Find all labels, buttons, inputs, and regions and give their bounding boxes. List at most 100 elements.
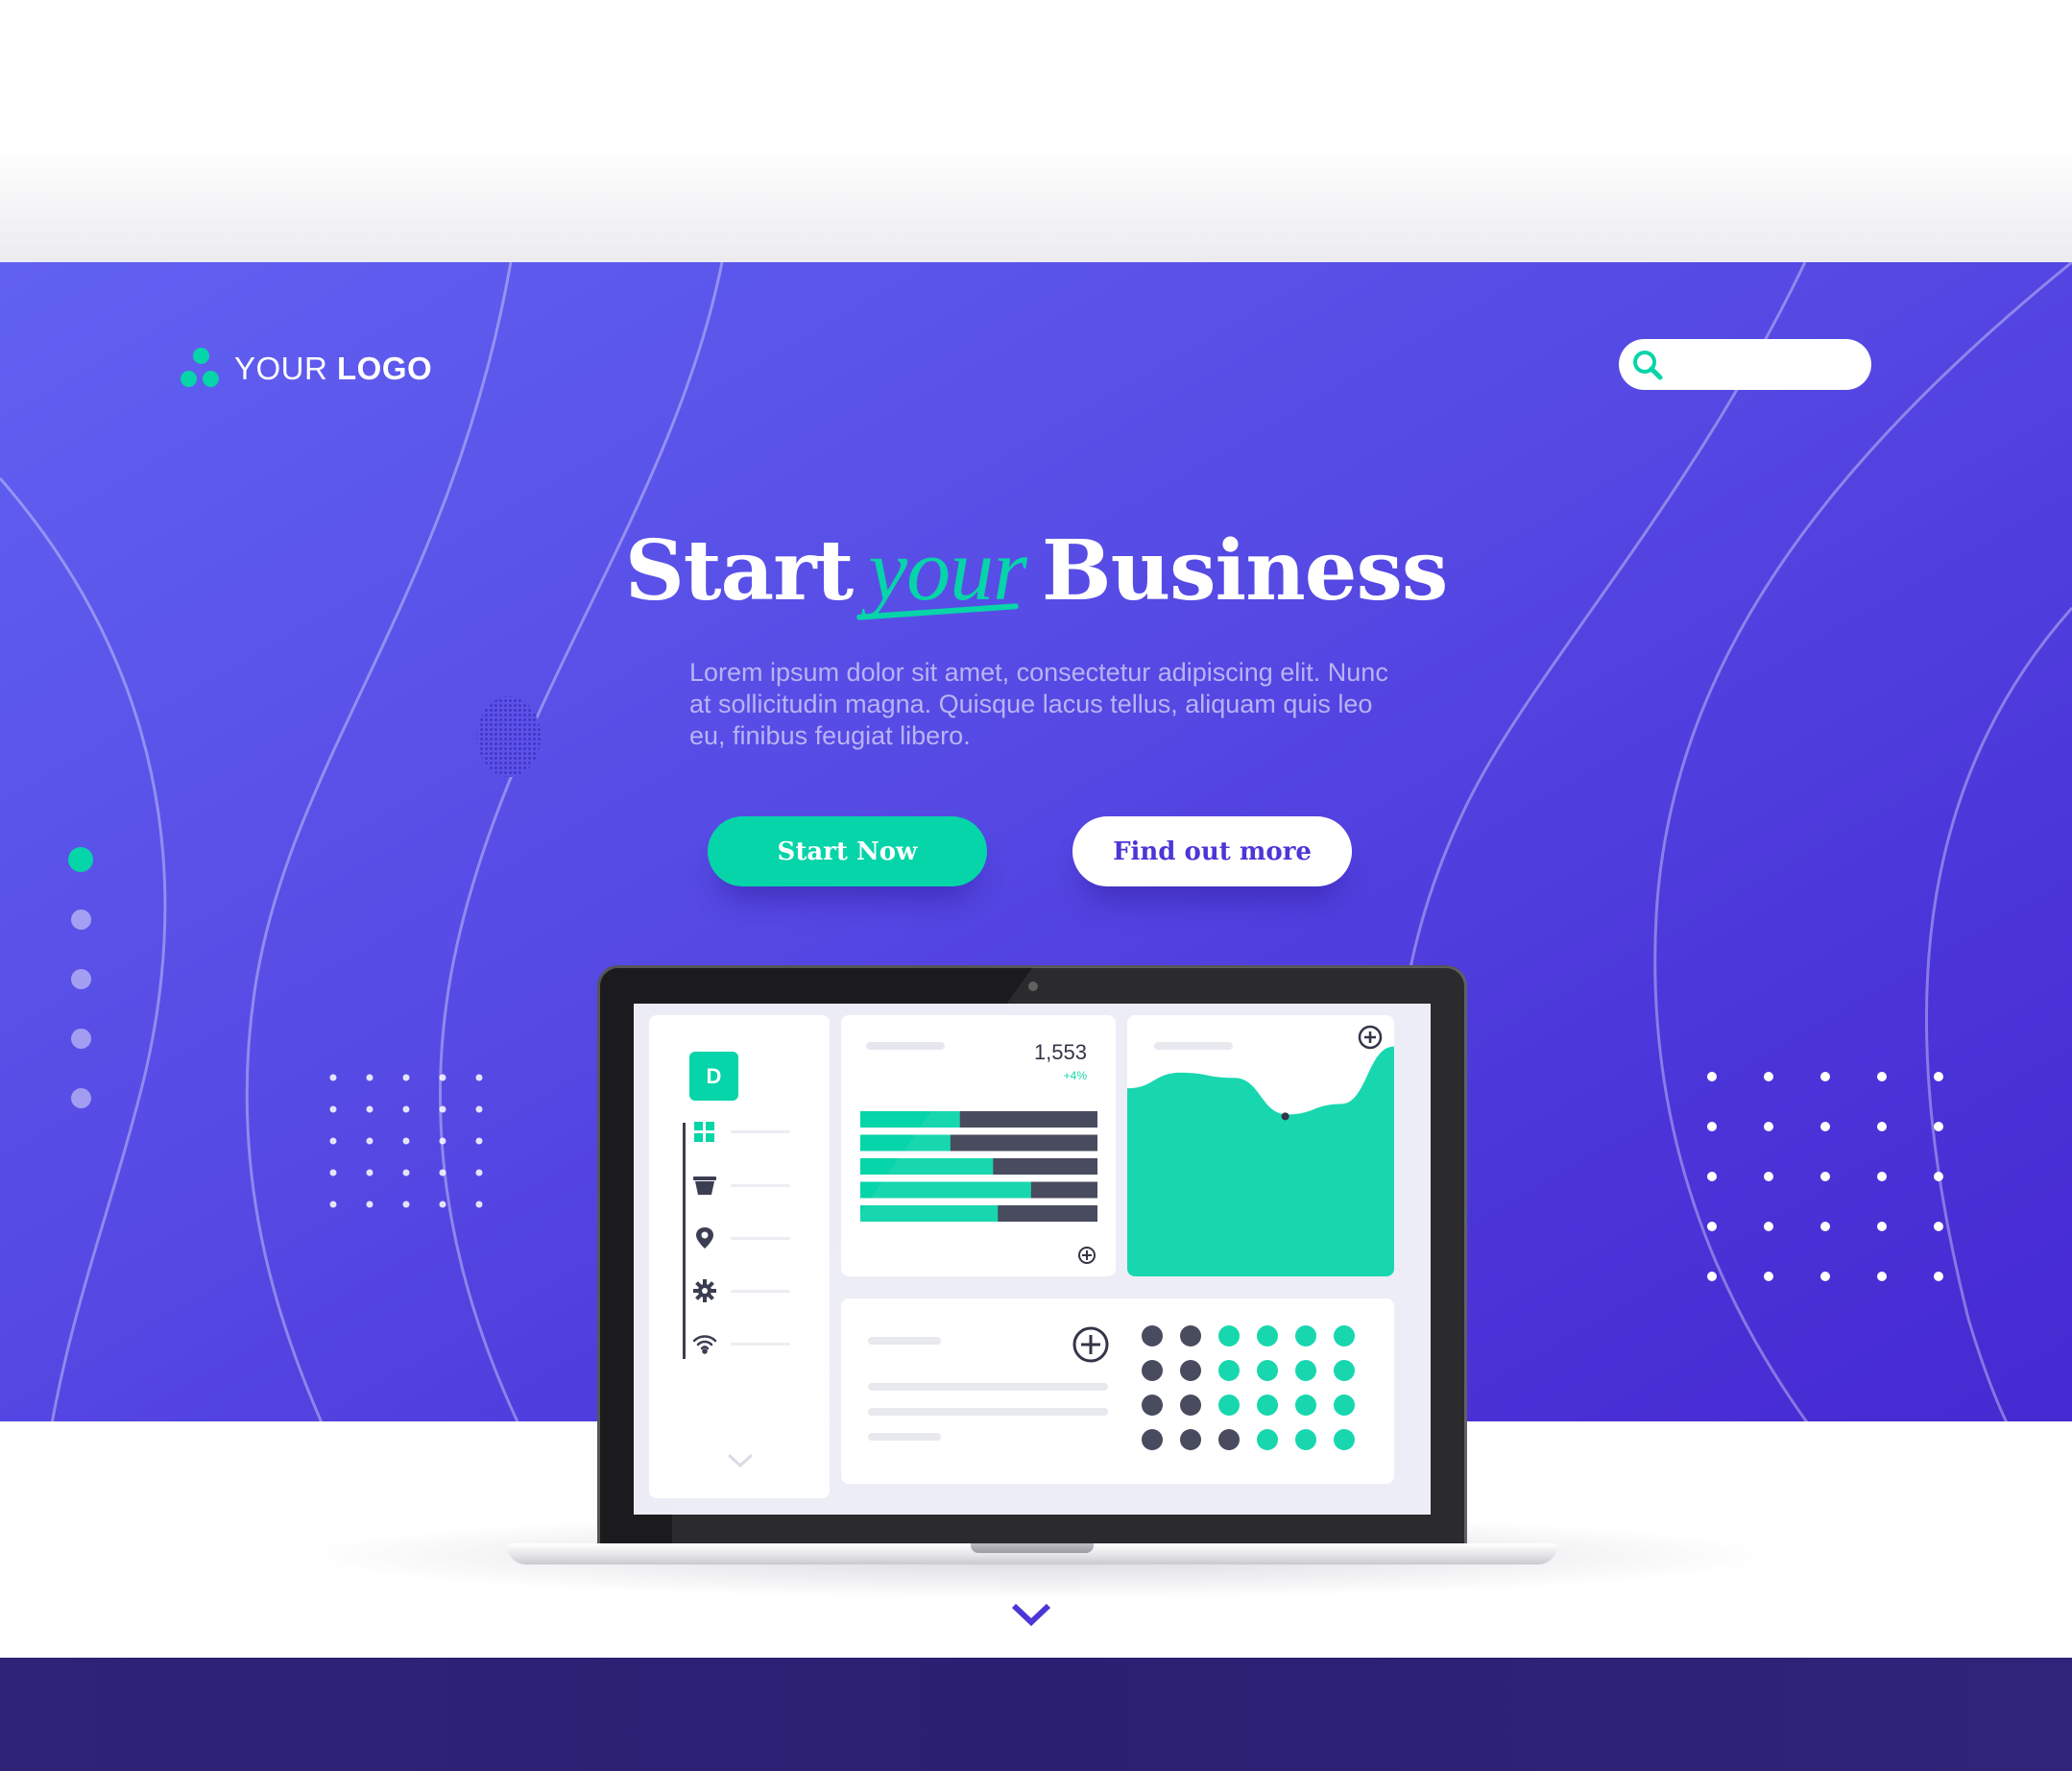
grid-dot-accent: [1334, 1395, 1355, 1416]
sidebar-item-line: [731, 1290, 790, 1293]
progress-fill: [860, 1134, 951, 1152]
search-box[interactable]: [1619, 339, 1871, 390]
decor-dot: [1764, 1222, 1773, 1231]
pager-dot[interactable]: [70, 1028, 91, 1049]
progress-fill: [860, 1181, 1031, 1199]
decor-dot: [1707, 1272, 1717, 1281]
decor-dot: [1820, 1122, 1830, 1131]
grid-dot-dark: [1142, 1325, 1163, 1346]
decorative-blob: [477, 696, 541, 777]
location-pin-icon[interactable]: [691, 1225, 718, 1251]
area-marker[interactable]: [1281, 1112, 1289, 1121]
title-start: Start: [624, 522, 855, 619]
dots-panel: [841, 1298, 1394, 1484]
area-chart-panel: [1127, 1015, 1394, 1276]
progress-fill: [860, 1111, 960, 1128]
dashboard-sidebar: D: [649, 1015, 830, 1498]
grid-dot-accent: [1257, 1360, 1278, 1381]
decor-dot: [1820, 1272, 1830, 1281]
laptop-notch: [971, 1543, 1094, 1553]
decor-dot: [402, 1137, 410, 1145]
decor-dot: [439, 1137, 446, 1145]
progress-fill: [860, 1158, 994, 1175]
decor-dot: [1820, 1222, 1830, 1231]
pager-dot[interactable]: [70, 909, 91, 930]
pager-dot-active[interactable]: [68, 847, 93, 872]
grid-dot-dark: [1180, 1360, 1201, 1381]
search-input[interactable]: [1674, 345, 1857, 384]
decor-dot: [1934, 1172, 1943, 1181]
dot-grid: [1142, 1325, 1355, 1450]
stat-value: 1,553: [1033, 1040, 1087, 1064]
grid-dot-accent: [1218, 1360, 1240, 1381]
decor-dot: [475, 1137, 483, 1145]
grid-dot-accent: [1218, 1325, 1240, 1346]
dashboard-badge[interactable]: D: [689, 1052, 738, 1101]
camera-icon: [1028, 982, 1038, 991]
grid-dot-accent: [1334, 1325, 1355, 1346]
decor-dot: [1764, 1272, 1773, 1281]
pager-dot[interactable]: [70, 1087, 91, 1108]
title-accent: your: [868, 521, 1027, 619]
sidebar-item-line: [731, 1237, 790, 1240]
placeholder-line: [866, 1042, 945, 1050]
bucket-icon[interactable]: [691, 1172, 718, 1199]
decor-dot: [366, 1169, 373, 1177]
decor-dot: [329, 1137, 337, 1145]
grid-dot-accent: [1257, 1429, 1278, 1450]
pager-dot[interactable]: [70, 968, 91, 989]
chevron-down-icon[interactable]: [726, 1452, 755, 1469]
plus-circle-icon[interactable]: [1072, 1325, 1110, 1364]
decor-dot: [439, 1074, 446, 1081]
decor-dot: [1877, 1072, 1887, 1081]
gear-icon[interactable]: [691, 1277, 718, 1304]
area-chart: [1127, 1046, 1394, 1276]
logo[interactable]: YOUR LOGO: [181, 348, 432, 390]
decor-dot: [1877, 1222, 1887, 1231]
grid-dot-accent: [1257, 1395, 1278, 1416]
grid-dot-accent: [1295, 1360, 1316, 1381]
wifi-icon[interactable]: [691, 1330, 718, 1357]
decor-dot: [1820, 1072, 1830, 1081]
grid-dot-accent: [1334, 1360, 1355, 1381]
plus-circle-icon[interactable]: [1077, 1246, 1096, 1265]
sidebar-item-line: [731, 1343, 790, 1346]
find-out-more-button[interactable]: Find out more: [1072, 816, 1352, 886]
grid-dot-accent: [1334, 1429, 1355, 1450]
hero-title: Start your Business: [0, 519, 2072, 620]
grid-dot-dark: [1142, 1360, 1163, 1381]
decor-dot: [329, 1074, 337, 1081]
decor-dot: [475, 1169, 483, 1177]
decor-dot: [402, 1201, 410, 1208]
sidebar-rail: [683, 1123, 686, 1359]
decor-dot: [402, 1169, 410, 1177]
decor-dot: [1707, 1122, 1717, 1131]
decor-dot: [366, 1201, 373, 1208]
progress-fill: [860, 1205, 999, 1222]
decor-dot: [439, 1105, 446, 1113]
decor-dot: [1934, 1272, 1943, 1281]
decor-dot: [1707, 1222, 1717, 1231]
dot-pattern-right: [1707, 1072, 1943, 1281]
grid-dot-dark: [1218, 1429, 1240, 1450]
grid-icon[interactable]: [691, 1119, 718, 1146]
decor-dot: [1764, 1172, 1773, 1181]
grid-dot-dark: [1142, 1395, 1163, 1416]
decor-dot: [402, 1074, 410, 1081]
decor-dot: [402, 1105, 410, 1113]
progress-bars: [860, 1111, 1097, 1222]
stat-change: +4%: [1063, 1069, 1087, 1082]
logo-dots-icon: [181, 348, 221, 390]
decor-dot: [439, 1169, 446, 1177]
search-icon: [1633, 350, 1663, 379]
scroll-down-icon[interactable]: [1011, 1602, 1051, 1627]
decor-dot: [1707, 1072, 1717, 1081]
start-now-button[interactable]: Start Now: [708, 816, 987, 886]
footer-band: [0, 1658, 2072, 1771]
placeholder-line: [868, 1408, 1108, 1416]
plus-circle-icon[interactable]: [1358, 1025, 1383, 1050]
decor-dot: [1877, 1272, 1887, 1281]
hero-lead-text: Lorem ipsum dolor sit amet, consectetur …: [689, 658, 1388, 750]
decor-dot: [1764, 1072, 1773, 1081]
dot-pattern-left: [329, 1074, 483, 1208]
